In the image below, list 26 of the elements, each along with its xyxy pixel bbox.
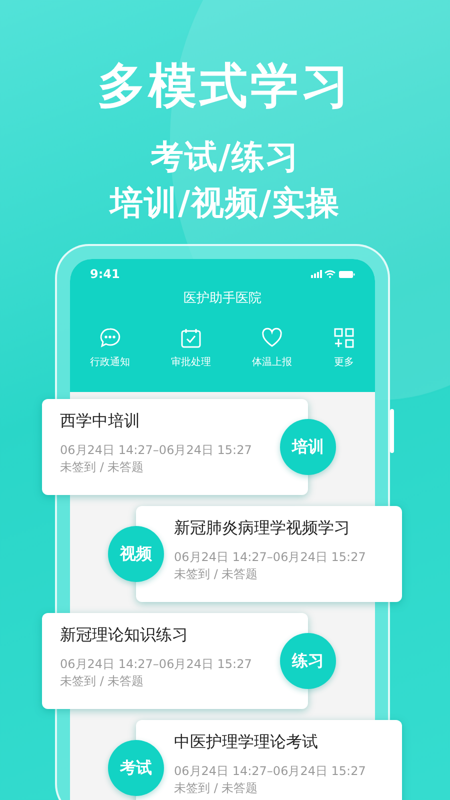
- headline: 多模式学习: [98, 57, 352, 116]
- calendar-check-icon: [180, 327, 202, 349]
- card-title: 西学中培训: [60, 411, 141, 432]
- subtitle: 培训/视频/实操: [110, 182, 340, 224]
- type-badge: 视频: [108, 526, 164, 582]
- subtitle: 考试/练习: [150, 136, 300, 178]
- heart-icon: [261, 327, 283, 349]
- app-title: 医护助手医院: [182, 290, 262, 307]
- grid-icon: [333, 327, 355, 349]
- type-badge: 考试: [108, 740, 164, 796]
- card-title: 新冠肺炎病理学视频学习: [174, 518, 351, 539]
- card-status: 未签到 / 未答题: [60, 459, 145, 476]
- card-time: 06月24日 14:27–06月24日 15:27: [174, 549, 367, 566]
- card-status: 未签到 / 未答题: [60, 673, 145, 690]
- card-status: 未签到 / 未答题: [174, 566, 259, 583]
- card-status: 未签到 / 未答题: [174, 780, 259, 797]
- card-time: 06月24日 14:27–06月24日 15:27: [60, 656, 253, 673]
- card-title: 中医护理学理论考试: [174, 732, 319, 753]
- card-title: 新冠理论知识练习: [60, 625, 189, 646]
- type-badge: 培训: [280, 419, 336, 475]
- chat-bubble-icon: [99, 327, 121, 349]
- card-time: 06月24日 14:27–06月24日 15:27: [174, 763, 367, 780]
- status-time: 9:41: [90, 267, 120, 281]
- status-icons: [311, 269, 355, 279]
- card-time: 06月24日 14:27–06月24日 15:27: [60, 442, 253, 459]
- type-badge: 练习: [280, 633, 336, 689]
